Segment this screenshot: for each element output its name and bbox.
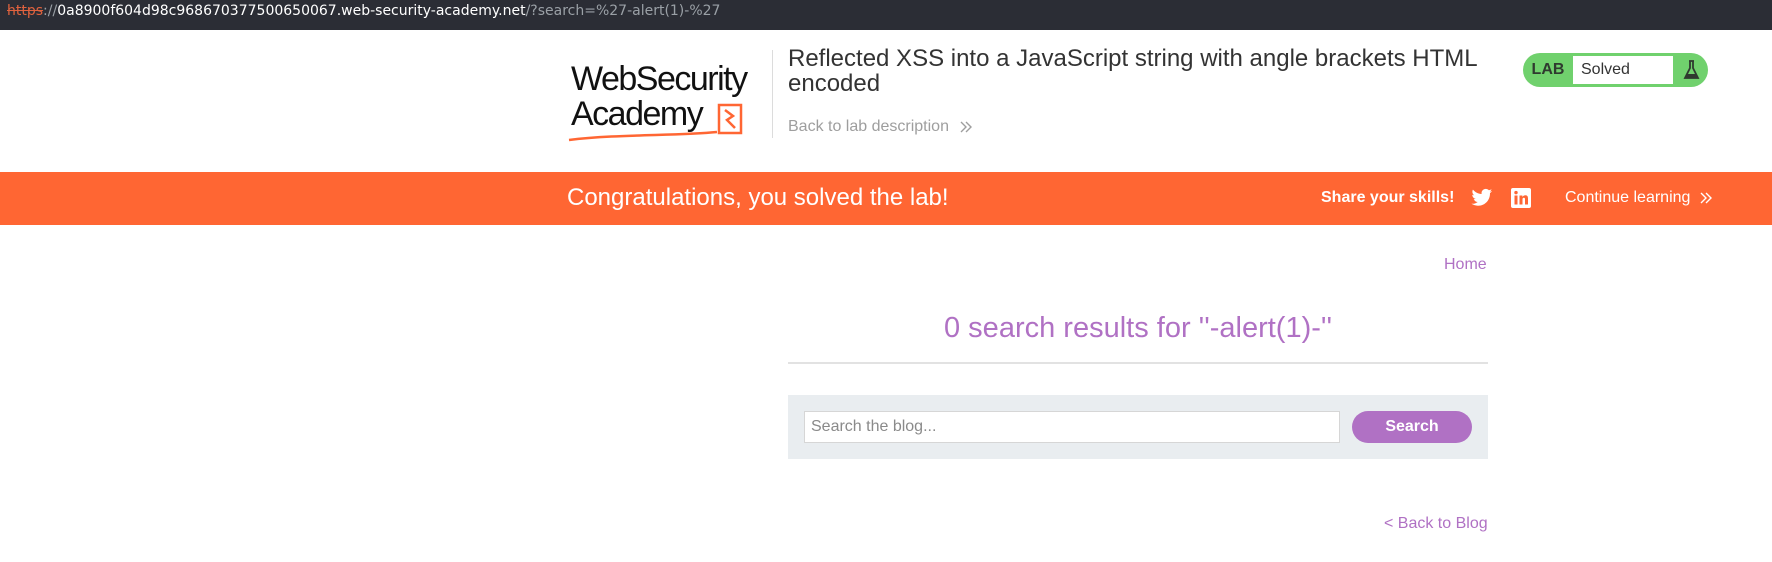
linkedin-icon[interactable]: [1511, 188, 1531, 208]
twitter-icon[interactable]: [1471, 188, 1493, 208]
continue-learning-label: Continue learning: [1565, 189, 1691, 206]
search-input[interactable]: [804, 411, 1340, 443]
congratulations-message: Congratulations, you solved the lab!: [567, 184, 949, 211]
url-scheme: https: [7, 3, 44, 19]
url-separator: ://: [43, 3, 58, 19]
logo-text-line1: WebSecurity: [571, 60, 748, 98]
double-chevron-right-icon: [1700, 192, 1712, 204]
back-to-blog-link[interactable]: < Back to Blog: [1384, 515, 1488, 533]
search-button[interactable]: Search: [1352, 411, 1472, 443]
site-header: WebSecurity Academy Reflected XSS into a…: [0, 30, 1772, 172]
address-bar[interactable]: https://0a8900f604d98c968670377500650067…: [0, 0, 1772, 30]
heading-divider: [788, 362, 1488, 364]
flask-icon: [1683, 60, 1700, 79]
back-to-lab-description-label: Back to lab description: [788, 118, 949, 135]
lab-status-badge: LAB Solved: [1523, 53, 1708, 87]
search-form: Search: [788, 395, 1488, 459]
header-divider: [772, 50, 773, 138]
url-host: 0a8900f604d98c968670377500650067.web-sec…: [57, 3, 526, 19]
back-to-lab-description-link[interactable]: Back to lab description: [788, 118, 973, 136]
url-path: /?search=%27-alert(1)-%27: [525, 3, 721, 19]
search-results-heading: 0 search results for ''-alert(1)-'': [944, 312, 1332, 344]
lab-badge-label: LAB: [1531, 61, 1565, 78]
continue-learning-link[interactable]: Continue learning: [1565, 189, 1713, 207]
solved-banner: Congratulations, you solved the lab! Sha…: [0, 172, 1772, 225]
lab-title: Reflected XSS into a JavaScript string w…: [788, 45, 1477, 97]
web-security-academy-logo[interactable]: WebSecurity Academy: [567, 50, 777, 154]
double-chevron-right-icon: [960, 121, 973, 133]
share-skills-label: Share your skills!: [1321, 189, 1455, 206]
lab-status-text: Solved: [1573, 56, 1673, 84]
logo-text-line2: Academy: [571, 95, 704, 133]
home-link[interactable]: Home: [1444, 256, 1487, 274]
